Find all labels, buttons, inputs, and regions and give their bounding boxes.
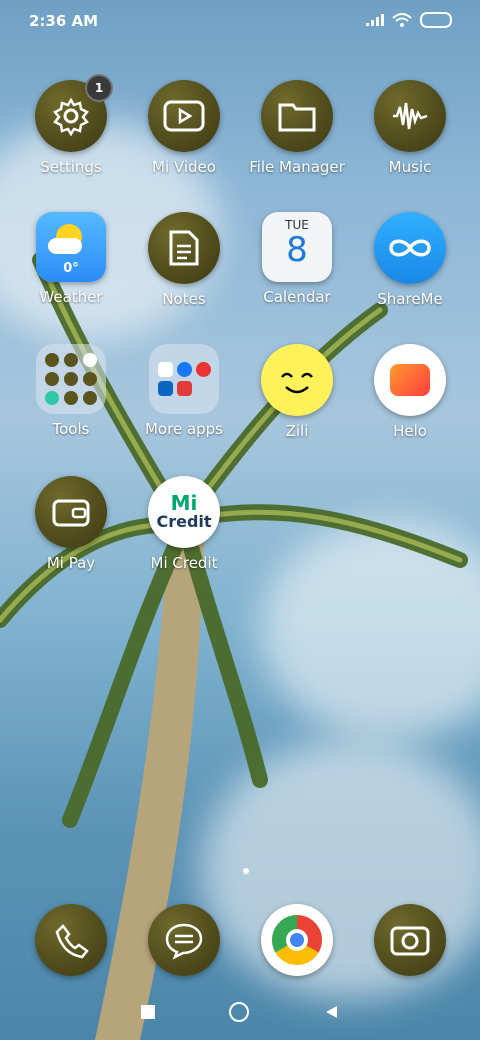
recents-button[interactable] <box>141 1005 155 1019</box>
calendar-icon[interactable]: TUE 8 <box>262 212 332 282</box>
chrome-icon[interactable] <box>261 904 333 976</box>
dock-messages[interactable] <box>129 904 239 976</box>
wallet-icon[interactable] <box>35 476 107 548</box>
mi-credit-logo-top: Mi <box>170 490 198 515</box>
music-wave-icon[interactable] <box>374 80 446 152</box>
app-calendar[interactable]: TUE 8 Calendar <box>242 212 352 306</box>
home-screen: 2:36 AM 1 Settings Mi Video File Manager… <box>0 0 480 1040</box>
app-label: Tools <box>52 420 90 438</box>
home-button[interactable] <box>229 1002 249 1022</box>
app-label: Zili <box>285 422 309 440</box>
app-label: Calendar <box>263 288 331 306</box>
battery-icon <box>420 12 452 28</box>
video-icon[interactable] <box>148 80 220 152</box>
zili-face-icon[interactable] <box>261 344 333 416</box>
helo-chat-icon[interactable] <box>374 344 446 416</box>
back-button[interactable] <box>323 1004 339 1020</box>
shareme-icon[interactable] <box>374 212 446 284</box>
dock-camera[interactable] <box>355 904 465 976</box>
app-settings[interactable]: 1 Settings <box>16 74 126 176</box>
more-apps-folder-icon[interactable] <box>149 344 219 414</box>
app-label: More apps <box>144 420 223 438</box>
app-label: Settings <box>40 158 102 176</box>
folder-tools[interactable]: Tools <box>16 344 126 438</box>
weather-icon[interactable]: 0° <box>36 212 106 282</box>
status-time: 2:36 AM <box>29 12 99 30</box>
calendar-date: 8 <box>286 230 308 270</box>
page-indicator <box>243 868 249 874</box>
app-label: Weather <box>39 288 103 306</box>
app-file-manager[interactable]: File Manager <box>242 80 352 176</box>
note-document-icon[interactable] <box>148 212 220 284</box>
wifi-icon <box>392 13 412 27</box>
notification-badge: 1 <box>85 74 113 102</box>
weather-temp: 0° <box>63 261 79 276</box>
app-label: File Manager <box>249 158 345 176</box>
tools-folder-icon[interactable] <box>36 344 106 414</box>
folder-more-apps[interactable]: More apps <box>129 344 239 438</box>
signal-icon <box>366 14 384 26</box>
settings-icon[interactable]: 1 <box>35 74 113 152</box>
app-music[interactable]: Music <box>355 80 465 176</box>
app-shareme[interactable]: ShareMe <box>355 212 465 308</box>
mi-credit-logo-bottom: Credit <box>156 511 212 531</box>
folder-icon[interactable] <box>261 80 333 152</box>
phone-icon[interactable] <box>35 904 107 976</box>
navigation-bar <box>0 1002 480 1022</box>
app-label: Mi Pay <box>46 554 96 572</box>
mi-credit-logo-icon[interactable]: Mi Credit <box>148 476 220 548</box>
app-label: Helo <box>393 422 427 440</box>
app-label: Music <box>388 158 432 176</box>
app-zili[interactable]: Zili <box>242 344 352 440</box>
camera-icon[interactable] <box>374 904 446 976</box>
dock-phone[interactable] <box>16 904 126 976</box>
chat-bubble-icon[interactable] <box>148 904 220 976</box>
app-label: Mi Credit <box>150 554 218 572</box>
app-notes[interactable]: Notes <box>129 212 239 308</box>
app-label: Mi Video <box>152 158 216 176</box>
dock-chrome[interactable] <box>242 904 352 976</box>
app-label: Notes <box>162 290 206 308</box>
app-mi-credit[interactable]: Mi Credit Mi Credit <box>129 476 239 572</box>
status-bar: 2:36 AM <box>0 0 480 44</box>
app-helo[interactable]: Helo <box>355 344 465 440</box>
app-weather[interactable]: 0° Weather <box>16 212 126 306</box>
app-label: ShareMe <box>377 290 443 308</box>
app-mi-video[interactable]: Mi Video <box>129 80 239 176</box>
app-mi-pay[interactable]: Mi Pay <box>16 476 126 572</box>
